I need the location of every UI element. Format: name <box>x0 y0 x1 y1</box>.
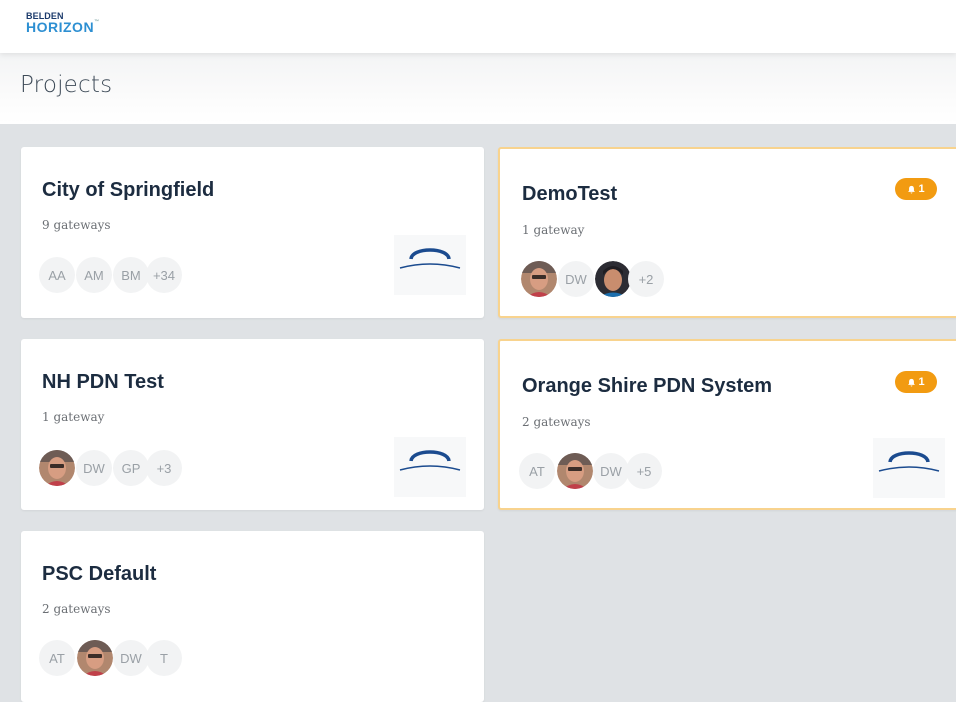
horizon-arc-logo-icon <box>873 438 945 498</box>
avatar[interactable]: AT <box>519 453 555 489</box>
page-header <box>0 53 956 124</box>
more-members-avatar[interactable]: +2 <box>628 261 664 297</box>
alert-count: 1 <box>918 183 925 195</box>
gateway-count: 2 gateways <box>522 415 591 429</box>
alert-count: 1 <box>918 376 925 388</box>
bell-icon <box>908 185 916 193</box>
horizon-arc-logo-icon <box>394 235 466 295</box>
project-card-nh-pdn-test[interactable]: NH PDN Test 1 gateway DW GP +3 <box>21 339 484 510</box>
belden-horizon-logo[interactable]: BELDEN HORIZON™ <box>26 12 100 35</box>
avatar[interactable] <box>77 640 113 676</box>
gateway-count: 9 gateways <box>42 218 111 232</box>
more-members-avatar[interactable]: +34 <box>146 257 182 293</box>
project-name: City of Springfield <box>42 179 215 201</box>
project-name: DemoTest <box>522 183 618 205</box>
project-card-demotest[interactable]: DemoTest 1 gateway 1 DW +2 <box>498 147 956 318</box>
bell-icon <box>908 378 916 386</box>
horizon-arc-logo-icon <box>394 437 466 497</box>
avatar[interactable] <box>39 450 75 486</box>
project-name: PSC Default <box>42 563 157 585</box>
avatar[interactable] <box>595 261 631 297</box>
avatar[interactable]: T <box>146 640 182 676</box>
page-title: Projects <box>20 72 113 98</box>
alert-badge[interactable]: 1 <box>895 178 937 200</box>
avatar[interactable]: GP <box>113 450 149 486</box>
avatar[interactable]: DW <box>113 640 149 676</box>
gateway-count: 1 gateway <box>522 223 585 237</box>
avatar[interactable]: AT <box>39 640 75 676</box>
avatar[interactable]: AM <box>76 257 112 293</box>
avatar[interactable] <box>557 453 593 489</box>
logo-tm: ™ <box>94 19 100 25</box>
gateway-count: 1 gateway <box>42 410 105 424</box>
avatar[interactable] <box>521 261 557 297</box>
logo-line2: HORIZON <box>26 19 95 35</box>
avatar[interactable]: DW <box>593 453 629 489</box>
more-members-avatar[interactable]: +5 <box>626 453 662 489</box>
project-name: NH PDN Test <box>42 371 164 393</box>
avatar[interactable]: DW <box>558 261 594 297</box>
gateway-count: 2 gateways <box>42 602 111 616</box>
top-bar: BELDEN HORIZON™ <box>0 0 956 53</box>
avatar[interactable]: DW <box>76 450 112 486</box>
project-card-psc-default[interactable]: PSC Default 2 gateways AT DW T <box>21 531 484 702</box>
avatar[interactable]: BM <box>113 257 149 293</box>
project-name: Orange Shire PDN System <box>522 375 773 397</box>
avatar[interactable]: AA <box>39 257 75 293</box>
alert-badge[interactable]: 1 <box>895 371 937 393</box>
project-card-city-of-springfield[interactable]: City of Springfield 9 gateways AA AM BM … <box>21 147 484 318</box>
more-members-avatar[interactable]: +3 <box>146 450 182 486</box>
project-card-orange-shire-pdn-system[interactable]: Orange Shire PDN System 2 gateways 1 AT … <box>498 339 956 510</box>
